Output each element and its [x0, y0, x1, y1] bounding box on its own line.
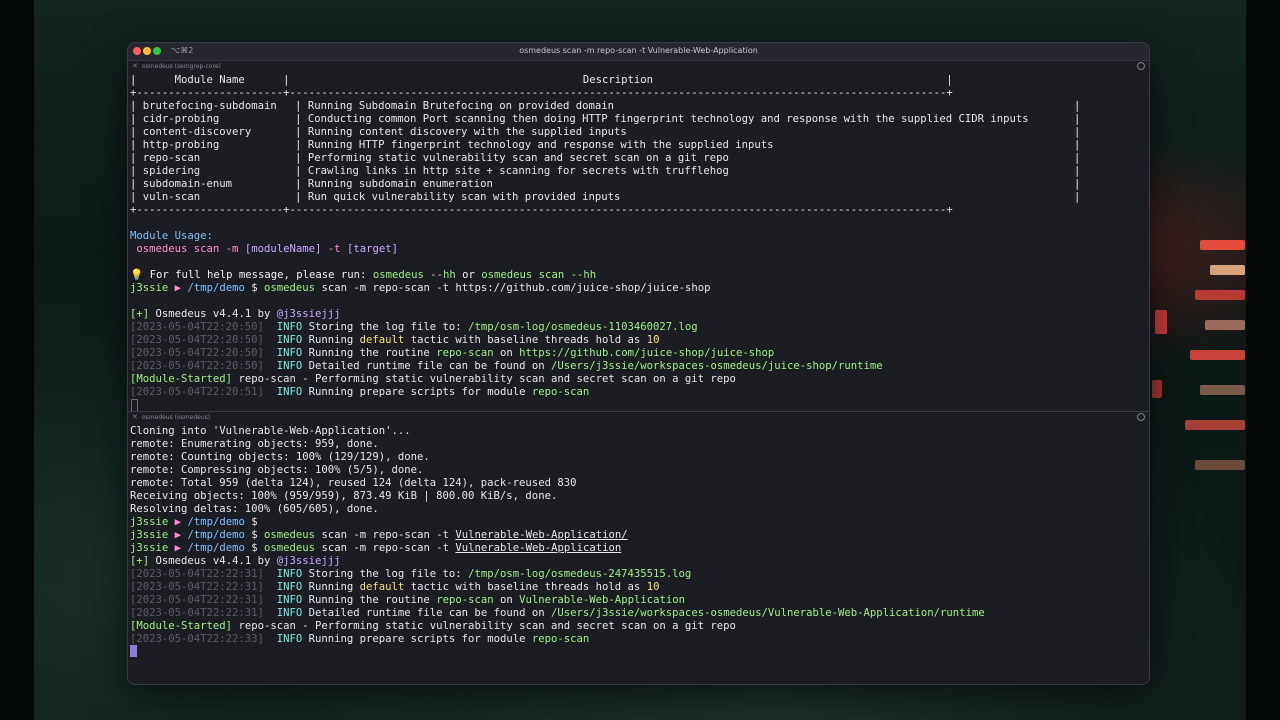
close-icon[interactable]: ✕ [132, 413, 138, 421]
git-line: remote: Enumerating objects: 959, done. [130, 438, 379, 450]
git-line: Resolving deltas: 100% (605/605), done. [130, 503, 379, 515]
table-row: | subdomain-enum | Running subdomain enu… [130, 178, 1081, 190]
table-row: | content-discovery | Running content di… [130, 126, 1081, 138]
last-log-line-2: [2023-05-04T22:22:33] INFO Running prepa… [130, 633, 590, 645]
table-separator: +-----------------------+---------------… [130, 87, 953, 99]
table-separator-bottom: +-----------------------+---------------… [130, 204, 953, 216]
terminal-window[interactable]: ⌥⌘2 osmedeus scan -m repo-scan -t Vulner… [127, 42, 1150, 685]
pane-maximize-icon[interactable] [1137, 62, 1145, 70]
module-started-line-2: [Module-Started] repo-scan - Performing … [130, 620, 736, 632]
prompt-line-1: j3ssie ▶ /tmp/demo $ osmedeus scan -m re… [130, 282, 711, 294]
log-line: [2023-05-04T22:20:50] INFO Running defau… [130, 334, 660, 346]
table-row: | brutefocing-subdomain | Running Subdom… [130, 100, 1081, 112]
log-line: [2023-05-04T22:22:31] INFO Storing the l… [130, 568, 692, 580]
prompt-line-3: j3ssie ▶ /tmp/demo $ osmedeus scan -m re… [130, 529, 628, 541]
log-line: [2023-05-04T22:20:50] INFO Detailed runt… [130, 360, 883, 372]
table-row: | cidr-probing | Conducting common Port … [130, 113, 1081, 125]
usage-label: Module Usage: [130, 230, 213, 242]
pane2-header[interactable]: ✕ osmedeus (osmedeus) [128, 411, 1149, 423]
git-line: remote: Total 959 (delta 124), reused 12… [130, 477, 577, 489]
letterbox-left [0, 0, 34, 720]
pane2-name: osmedeus (osmedeus) [142, 414, 211, 421]
prompt-line-2: j3ssie ▶ /tmp/demo $ [130, 516, 258, 528]
last-log-line: [2023-05-04T22:20:51] INFO Running prepa… [130, 386, 590, 398]
module-started-line: [Module-Started] repo-scan - Performing … [130, 373, 736, 385]
table-row: | http-probing | Running HTTP fingerprin… [130, 139, 1081, 151]
log-line: [2023-05-04T22:20:50] INFO Running the r… [130, 347, 775, 359]
git-line: Cloning into 'Vulnerable-Web-Application… [130, 425, 411, 437]
log-line: [2023-05-04T22:20:50] INFO Storing the l… [130, 321, 698, 333]
window-title: osmedeus scan -m repo-scan -t Vulnerable… [519, 46, 758, 55]
table-row: | spidering | Crawling links in http sit… [130, 165, 1081, 177]
git-line: remote: Compressing objects: 100% (5/5),… [130, 464, 424, 476]
log-line: [2023-05-04T22:22:31] INFO Detailed runt… [130, 607, 985, 619]
pane2-cursor [130, 645, 137, 657]
title-bar[interactable]: ⌥⌘2 osmedeus scan -m repo-scan -t Vulner… [128, 43, 1149, 61]
log-line: [2023-05-04T22:22:31] INFO Running the r… [130, 594, 685, 606]
pane1-name: osmedeus (semgrep-core) [142, 63, 221, 70]
city-background [1150, 220, 1250, 520]
table-header-row: | Module Name | Description | [130, 74, 953, 86]
help-line: 💡 For full help message, please run: osm… [130, 269, 597, 281]
git-line: remote: Counting objects: 100% (129/129)… [130, 451, 430, 463]
usage-line: osmedeus scan -m [moduleName] -t [target… [136, 243, 398, 255]
pane1-header[interactable]: ✕ osmedeus (semgrep-core) [128, 61, 1149, 72]
prompt-line-4: j3ssie ▶ /tmp/demo $ osmedeus scan -m re… [130, 542, 622, 554]
log-line: [2023-05-04T22:22:31] INFO Running defau… [130, 581, 660, 593]
banner-line: [+] Osmedeus v4.4.1 by @j3ssiejjj [130, 308, 341, 320]
table-row: | repo-scan | Performing static vulnerab… [130, 152, 1081, 164]
pane-maximize-icon[interactable] [1137, 413, 1145, 421]
git-line: Receiving objects: 100% (959/959), 873.4… [130, 490, 558, 502]
letterbox-right [1246, 0, 1280, 720]
banner-line-2: [+] Osmedeus v4.4.1 by @j3ssiejjj [130, 555, 341, 567]
close-icon[interactable]: ✕ [132, 62, 138, 70]
table-row: | vuln-scan | Run quick vulnerability sc… [130, 191, 1081, 203]
